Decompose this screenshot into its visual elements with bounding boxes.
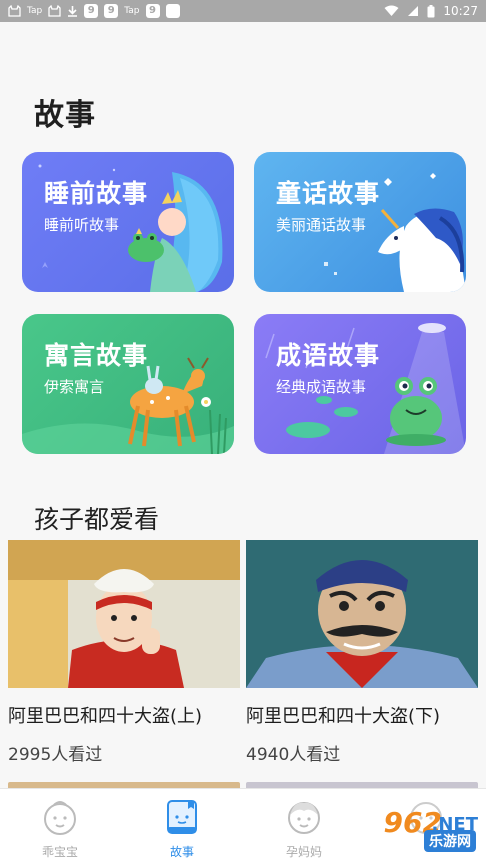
video-thumbnail[interactable] <box>246 540 478 688</box>
tab-label: 故事 <box>169 845 194 859</box>
wifi-icon <box>384 5 399 17</box>
card-title: 成语故事 <box>276 341 381 370</box>
view-count: 4940人看过 <box>246 740 478 765</box>
blank-icon <box>165 4 180 18</box>
system-icons: 10:27 <box>384 4 478 18</box>
video-card[interactable]: 阿里巴巴和四十大盗(上) 2995人看过 <box>8 540 240 765</box>
card-subtitle: 伊索寓言 <box>44 378 105 396</box>
category-card-fairy-tale[interactable]: 童话故事 美丽通话故事 <box>254 152 466 292</box>
cartoon-boy-thumbnail <box>8 540 240 688</box>
view-count-suffix: 人看过 <box>289 745 341 765</box>
category-card-fable[interactable]: 寓言故事 伊索寓言 <box>22 314 234 454</box>
story-page: 故事 睡前故事 睡前听故事 童话故事 美丽通话故事 寓言故事 伊索寓言 成语故事… <box>0 22 486 790</box>
card-title: 童话故事 <box>276 179 381 208</box>
tap-icon: Tap <box>124 5 140 16</box>
card-subtitle: 美丽通话故事 <box>276 216 367 234</box>
tab-baby[interactable]: 乖宝宝 <box>20 797 100 860</box>
9-icon: 9 <box>145 4 160 18</box>
cartoon-bandit-thumbnail <box>246 540 478 688</box>
9-icon: 9 <box>84 4 99 18</box>
watermark-site: 乐游网 <box>424 830 476 852</box>
view-count-suffix: 人看过 <box>51 745 103 765</box>
video-thumbnail[interactable] <box>8 540 240 688</box>
tab-label: 乖宝宝 <box>41 845 78 859</box>
video-title: 阿里巴巴和四十大盗(上) <box>8 706 203 727</box>
clock: 10:27 <box>443 4 478 18</box>
card-title: 寓言故事 <box>44 341 149 370</box>
video-card[interactable]: 阿里巴巴和四十大盗(下) 4940人看过 <box>246 540 478 765</box>
view-count-number: 2995 <box>8 745 52 765</box>
book-icon <box>167 800 197 834</box>
page-title: 故事 <box>34 98 96 133</box>
tap-icon: Tap <box>27 5 43 16</box>
video-title: 阿里巴巴和四十大盗(下) <box>246 706 441 727</box>
tab-label: 孕妈妈 <box>285 845 322 859</box>
baby-face-icon <box>44 801 76 835</box>
view-count: 2995人看过 <box>8 740 240 765</box>
view-count-number: 4940 <box>246 745 290 765</box>
notification-icons: Tap 9 9 Tap 9 <box>8 4 180 18</box>
status-bar: Tap 9 9 Tap 9 10:27 <box>0 0 486 22</box>
download-icon <box>67 5 78 17</box>
cat-icon <box>48 5 61 17</box>
battery-icon <box>427 4 435 18</box>
cat-icon <box>8 5 21 17</box>
tab-mom[interactable]: 孕妈妈 <box>264 797 344 860</box>
mom-face-icon <box>288 802 320 834</box>
card-subtitle: 经典成语故事 <box>276 378 367 396</box>
section-title-popular: 孩子都爱看 <box>34 505 160 534</box>
signal-icon <box>407 5 419 17</box>
card-title: 睡前故事 <box>44 179 149 208</box>
category-card-idiom[interactable]: 成语故事 经典成语故事 <box>254 314 466 454</box>
9-icon: 9 <box>104 4 119 18</box>
card-subtitle: 睡前听故事 <box>44 216 120 234</box>
tab-story[interactable]: 故事 <box>142 797 222 860</box>
category-card-bedtime[interactable]: 睡前故事 睡前听故事 <box>22 152 234 292</box>
